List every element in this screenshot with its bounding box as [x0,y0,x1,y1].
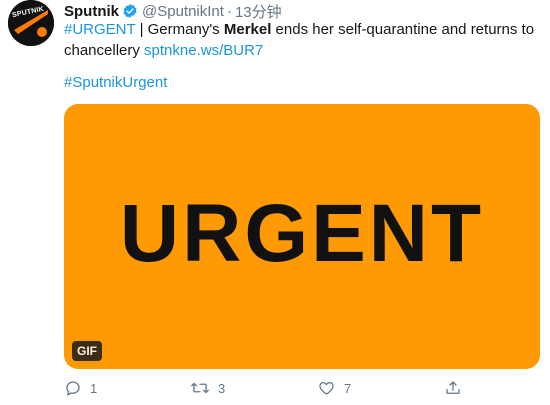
reply-icon [66,381,80,396]
retweet-button[interactable]: 3 [190,376,225,400]
heart-icon [319,381,334,395]
separator-dot: · [226,2,232,20]
sputnik-logo-icon [8,0,54,46]
verified-badge-icon [122,3,138,19]
tweet-header: Sputnik @SputnikInt · 13分钟 [64,1,282,21]
share-button[interactable] [444,376,462,400]
gif-badge: GIF [72,341,102,361]
user-handle[interactable]: @SputnikInt [142,3,224,20]
like-count: 7 [344,380,352,396]
tweet-actions: 1 3 7 [64,376,484,400]
display-name[interactable]: Sputnik [64,3,119,20]
retweet-count: 3 [218,380,226,396]
tweet: SPUTNIK Sputnik @SputnikInt · 13分钟 #URGE… [0,0,550,405]
share-icon [446,381,460,394]
hashtag-sputnik-urgent[interactable]: #SputnikUrgent [64,72,167,93]
media-urgent-text: URGENT [119,188,485,279]
media-gif[interactable]: URGENT GIF [64,104,540,369]
retweet-icon [191,382,209,394]
reply-button[interactable]: 1 [64,376,97,400]
tweet-text: #URGENT | Germany's Merkel ends her self… [64,19,544,61]
hashtag-urgent[interactable]: #URGENT [64,21,135,38]
tweet-link[interactable]: sptnkne.ws/BUR7 [144,42,263,59]
like-button[interactable]: 7 [317,376,351,400]
avatar[interactable]: SPUTNIK [8,0,54,46]
tweet-text-part1: | Germany's [135,21,224,38]
reply-count: 1 [90,380,98,396]
bold-name: Merkel [223,21,272,38]
